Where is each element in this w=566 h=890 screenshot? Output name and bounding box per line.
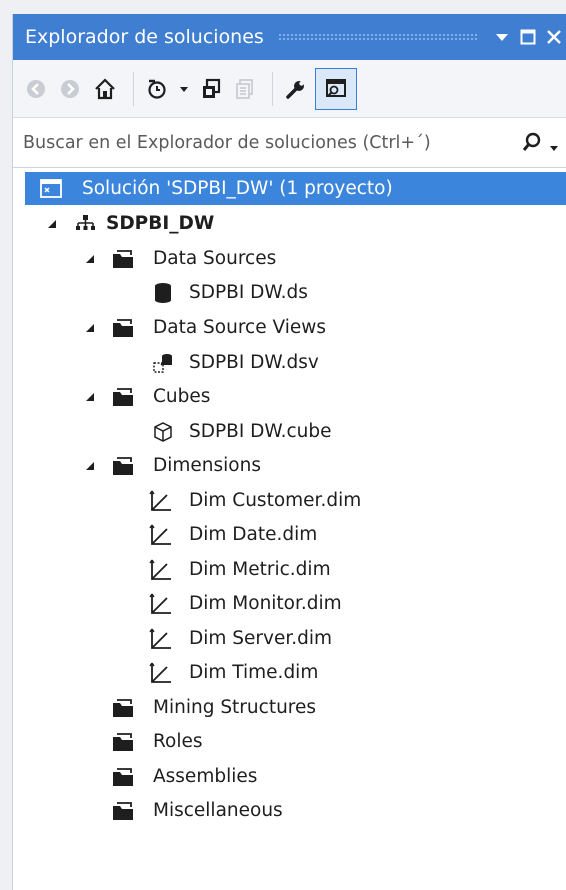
properties-icon[interactable] bbox=[230, 69, 260, 109]
tree-item-solution[interactable]: Solución 'SDPBI_DW' (1 proyecto) bbox=[25, 172, 566, 205]
tree-item-file[interactable]: Dim Time.dim bbox=[13, 656, 566, 689]
folder-icon bbox=[111, 696, 135, 720]
solution-label: Solución 'SDPBI_DW' (1 proyecto) bbox=[82, 178, 393, 199]
file-label: Dim Date.dim bbox=[189, 524, 318, 545]
tree-item-cubes[interactable]: Cubes bbox=[13, 380, 566, 413]
window-title: Explorador de soluciones bbox=[25, 26, 264, 48]
home-icon[interactable] bbox=[89, 69, 121, 109]
folder-label: Miscellaneous bbox=[153, 800, 283, 821]
search-box[interactable] bbox=[13, 118, 566, 168]
sync-icon[interactable] bbox=[196, 69, 226, 109]
tree-item-project[interactable]: SDPBI_DW bbox=[13, 207, 566, 240]
collapse-arrow-icon[interactable] bbox=[83, 390, 97, 404]
dropdown-icon[interactable] bbox=[489, 14, 515, 60]
folder-label: Dimensions bbox=[153, 455, 261, 476]
folder-icon bbox=[111, 454, 135, 478]
wrench-icon[interactable] bbox=[281, 69, 311, 109]
solution-explorer-panel: Explorador de soluciones Buscar en el Ex… bbox=[12, 14, 566, 890]
folder-icon bbox=[111, 730, 135, 754]
search-input[interactable] bbox=[13, 131, 503, 154]
file-label: Dim Time.dim bbox=[189, 662, 319, 683]
collapse-arrow-icon[interactable] bbox=[45, 217, 59, 231]
file-label: SDPBI DW.dsv bbox=[189, 352, 319, 373]
collapse-arrow-icon[interactable] bbox=[83, 252, 97, 266]
folder-label: Roles bbox=[153, 731, 203, 752]
project-label: SDPBI_DW bbox=[106, 213, 215, 234]
folder-label: Assemblies bbox=[153, 766, 258, 787]
dimension-icon bbox=[149, 661, 173, 685]
maximize-icon[interactable] bbox=[515, 14, 541, 60]
project-icon bbox=[73, 212, 97, 236]
tree-item-file[interactable]: Dim Monitor.dim bbox=[13, 587, 566, 620]
back-icon[interactable] bbox=[21, 69, 51, 109]
tree-item-assemblies[interactable]: Assemblies bbox=[13, 760, 566, 793]
tree-item-data-sources[interactable]: Data Sources bbox=[13, 242, 566, 275]
file-label: Dim Metric.dim bbox=[189, 559, 331, 580]
folder-label: Cubes bbox=[153, 386, 211, 407]
title-bar[interactable]: Explorador de soluciones bbox=[13, 14, 566, 60]
search-options-dropdown-icon[interactable] bbox=[549, 137, 559, 156]
dimension-icon bbox=[149, 627, 173, 651]
tree-item-file[interactable]: SDPBI DW.cube bbox=[13, 415, 566, 448]
forward-icon[interactable] bbox=[55, 69, 85, 109]
tree-item-file[interactable]: Dim Customer.dim bbox=[13, 484, 566, 517]
file-label: SDPBI DW.ds bbox=[189, 282, 308, 303]
dimension-icon bbox=[149, 592, 173, 616]
tree-item-data-source-views[interactable]: Data Source Views bbox=[13, 311, 566, 344]
file-label: Dim Customer.dim bbox=[189, 490, 362, 511]
collapse-arrow-icon[interactable] bbox=[83, 321, 97, 335]
folder-icon bbox=[111, 799, 135, 823]
data-source-view-icon bbox=[151, 351, 175, 375]
tree-item-file[interactable]: SDPBI DW.dsv bbox=[13, 346, 566, 379]
close-icon[interactable] bbox=[541, 14, 566, 60]
folder-icon bbox=[111, 247, 135, 271]
toolbar-separator bbox=[133, 71, 134, 106]
file-label: SDPBI DW.cube bbox=[189, 421, 332, 442]
drag-grip[interactable] bbox=[277, 33, 479, 41]
solution-icon bbox=[39, 177, 63, 201]
cube-icon bbox=[151, 420, 175, 444]
dimension-icon bbox=[149, 523, 173, 547]
tree-item-file[interactable]: Dim Server.dim bbox=[13, 622, 566, 655]
history-icon[interactable] bbox=[142, 69, 172, 109]
dimension-icon bbox=[149, 489, 173, 513]
dimension-icon bbox=[149, 558, 173, 582]
toolbar bbox=[13, 60, 566, 118]
tree-item-file[interactable]: SDPBI DW.ds bbox=[13, 276, 566, 309]
toolbar-separator bbox=[272, 71, 273, 106]
tree-item-file[interactable]: Dim Date.dim bbox=[13, 518, 566, 551]
folder-label: Data Sources bbox=[153, 248, 277, 269]
data-source-icon bbox=[151, 281, 175, 305]
folder-icon bbox=[111, 385, 135, 409]
tree-item-miscellaneous[interactable]: Miscellaneous bbox=[13, 794, 566, 827]
file-label: Dim Monitor.dim bbox=[189, 593, 342, 614]
folder-label: Mining Structures bbox=[153, 697, 317, 718]
folder-label: Data Source Views bbox=[153, 317, 327, 338]
tree-item-mining-structures[interactable]: Mining Structures bbox=[13, 691, 566, 724]
file-label: Dim Server.dim bbox=[189, 628, 333, 649]
tree-item-dimensions[interactable]: Dimensions bbox=[13, 449, 566, 482]
tree-item-file[interactable]: Dim Metric.dim bbox=[13, 553, 566, 586]
dropdown-icon[interactable] bbox=[176, 69, 192, 109]
search-icon[interactable] bbox=[521, 131, 543, 157]
folder-icon bbox=[111, 765, 135, 789]
show-all-files-icon[interactable] bbox=[315, 67, 357, 110]
folder-icon bbox=[111, 316, 135, 340]
tree-item-roles[interactable]: Roles bbox=[13, 725, 566, 758]
collapse-arrow-icon[interactable] bbox=[83, 459, 97, 473]
